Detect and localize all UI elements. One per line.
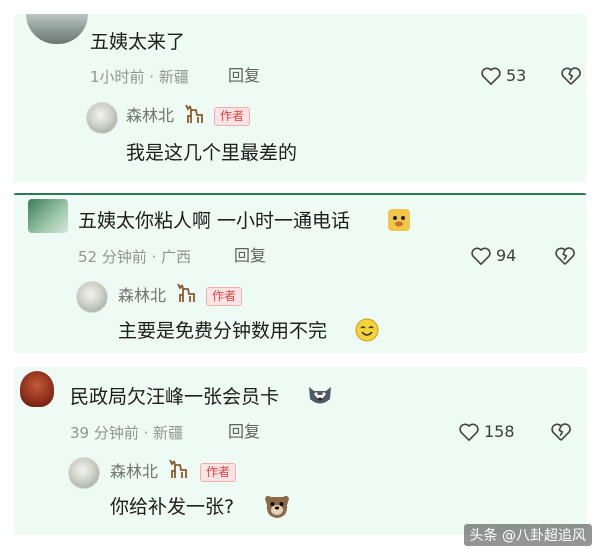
- heart-icon: [480, 66, 502, 86]
- like-button[interactable]: 94: [470, 245, 516, 267]
- avatar[interactable]: [26, 14, 88, 44]
- reply-button[interactable]: 回复: [234, 246, 266, 266]
- dog-emoji: [262, 491, 292, 525]
- reply-text: 你给补发一张?: [110, 496, 235, 518]
- comment-meta: 39 分钟前 · 新疆: [70, 424, 184, 442]
- bear-emoji: [386, 207, 412, 237]
- heart-icon: [470, 246, 492, 266]
- like-button[interactable]: 158: [458, 421, 515, 443]
- broken-heart-icon[interactable]: [550, 422, 572, 442]
- like-count: 158: [484, 422, 515, 441]
- comment-text: 五姨太你粘人啊 一小时一通电话: [78, 210, 351, 232]
- reply-button[interactable]: 回复: [228, 66, 260, 86]
- reply-author[interactable]: 森林北: [118, 286, 166, 306]
- broken-heart-icon[interactable]: [554, 246, 576, 266]
- author-badge: 作者: [206, 287, 243, 306]
- avatar[interactable]: [28, 199, 68, 233]
- reply-author[interactable]: 森林北: [110, 462, 158, 482]
- deer-icon: [166, 457, 190, 485]
- reply-text: 主要是免费分钟数用不完: [118, 320, 328, 342]
- reply-author[interactable]: 森林北: [126, 106, 174, 126]
- like-count: 94: [496, 246, 517, 265]
- deer-icon: [174, 281, 198, 309]
- comment-meta: 52 分钟前 · 广西: [78, 248, 192, 266]
- reply-avatar[interactable]: [86, 102, 118, 134]
- reply-text: 我是这几个里最差的: [126, 142, 298, 164]
- comment-text: 五姨太来了: [90, 31, 186, 53]
- comment-card: 五姨太来了 1小时前 · 新疆 回复 53 森林北 作者 我是这几个里最差的: [14, 14, 586, 182]
- comment-text: 民政局欠汪峰一张会员卡: [70, 386, 280, 408]
- heart-icon: [458, 422, 480, 442]
- comment-card: 五姨太你粘人啊 一小时一通电话 52 分钟前 · 广西 回复 94 森林北 作者…: [14, 193, 586, 353]
- like-button[interactable]: 53: [480, 65, 526, 87]
- comment-meta: 1小时前 · 新疆: [90, 68, 189, 86]
- like-count: 53: [506, 66, 527, 85]
- reply-avatar[interactable]: [68, 457, 100, 489]
- author-badge: 作者: [214, 107, 251, 126]
- reply-avatar[interactable]: [76, 281, 108, 313]
- watermark: 头条 @八卦超追风: [463, 524, 592, 546]
- reply-button[interactable]: 回复: [228, 422, 260, 442]
- husky-emoji: [306, 381, 334, 413]
- smile-emoji: [354, 317, 380, 347]
- comment-card: 民政局欠汪峰一张会员卡 39 分钟前 · 新疆 回复 158 森林北 作者 你给…: [14, 367, 586, 535]
- author-badge: 作者: [200, 463, 237, 482]
- avatar[interactable]: [20, 371, 54, 407]
- deer-icon: [182, 102, 206, 130]
- broken-heart-icon[interactable]: [560, 66, 582, 86]
